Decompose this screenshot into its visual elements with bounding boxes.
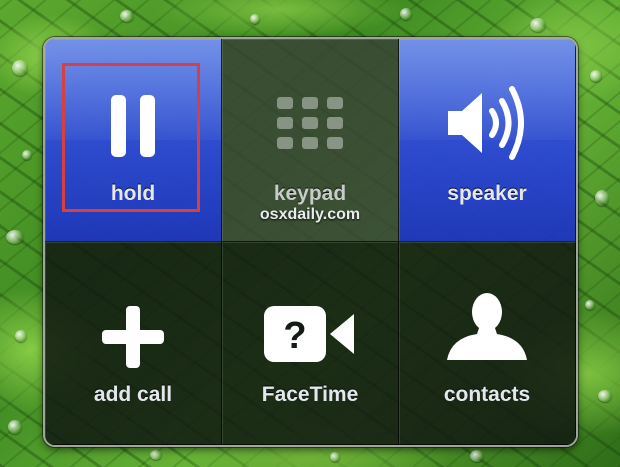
water-drop bbox=[8, 420, 22, 434]
keypad-label: keypad bbox=[273, 182, 347, 205]
water-drop bbox=[470, 450, 484, 462]
keypad-button[interactable]: keypad osxdaily.com bbox=[222, 39, 399, 242]
in-call-options-panel: hold keypad osxdaily.com speaker add cal… bbox=[43, 37, 578, 447]
water-drop bbox=[530, 18, 546, 32]
facetime-camera-icon: ? bbox=[264, 306, 354, 362]
speaker-label: speaker bbox=[447, 182, 527, 205]
water-drop bbox=[595, 190, 609, 206]
contact-silhouette-icon bbox=[447, 293, 527, 360]
water-drop bbox=[6, 230, 24, 244]
water-drop bbox=[150, 450, 162, 460]
pause-icon bbox=[111, 95, 155, 157]
water-drop bbox=[250, 14, 260, 24]
water-drop bbox=[590, 70, 602, 82]
call-button-grid: hold keypad osxdaily.com speaker add cal… bbox=[45, 39, 576, 445]
facetime-question-glyph: ? bbox=[283, 315, 306, 357]
facetime-label: FaceTime bbox=[261, 383, 359, 406]
watermark-text: osxdaily.com bbox=[259, 206, 361, 223]
hold-label: hold bbox=[110, 182, 156, 205]
water-drop bbox=[15, 330, 27, 342]
speaker-button[interactable]: speaker bbox=[399, 39, 576, 242]
water-drop bbox=[330, 452, 340, 462]
water-drop bbox=[22, 150, 32, 160]
plus-icon bbox=[102, 306, 164, 368]
add-call-label: add call bbox=[93, 383, 173, 406]
water-drop bbox=[585, 300, 595, 310]
water-drop bbox=[400, 8, 412, 20]
facetime-button[interactable]: ? FaceTime bbox=[222, 242, 399, 445]
contacts-label: contacts bbox=[443, 383, 531, 406]
hold-button[interactable]: hold bbox=[45, 39, 222, 242]
contacts-button[interactable]: contacts bbox=[399, 242, 576, 445]
add-call-button[interactable]: add call bbox=[45, 242, 222, 445]
water-drop bbox=[12, 60, 28, 76]
speaker-icon bbox=[448, 86, 524, 160]
water-drop bbox=[120, 10, 134, 22]
water-drop bbox=[598, 390, 612, 402]
keypad-grid-icon bbox=[277, 97, 343, 149]
